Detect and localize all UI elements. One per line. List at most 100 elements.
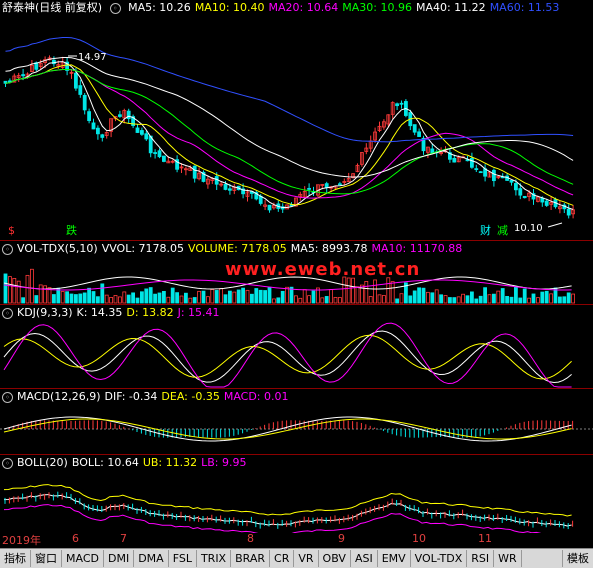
kdj-settings-icon[interactable]: ◦	[2, 307, 13, 319]
volume-bar	[443, 295, 448, 304]
volume-bar	[65, 291, 69, 304]
boll-label-1: BOLL: 10.64	[71, 456, 139, 469]
volume-bar	[82, 292, 87, 304]
candle-body	[417, 131, 422, 137]
date-tick: 11	[478, 532, 492, 545]
volume-bar	[21, 297, 26, 304]
volume-bar	[3, 273, 8, 304]
kdj-panel[interactable]: ◦ KDJ(9,3,3) K: 14.35 D: 13.82 J: 15.41	[0, 304, 593, 389]
volume-bar	[153, 293, 158, 304]
date-tick: 10	[412, 532, 426, 545]
volume-bar	[337, 297, 342, 304]
tab-cr[interactable]: CR	[270, 550, 295, 567]
ma-label-2: MA20: 10.64	[268, 1, 339, 14]
candle-body	[126, 110, 131, 119]
volume-bar	[399, 293, 404, 304]
boll-panel[interactable]: ◦ BOLL(20) BOLL: 10.64 UB: 11.32 LB: 9.95	[0, 454, 593, 533]
volume-bar	[91, 291, 96, 304]
boll-mid-line	[3, 494, 572, 527]
tab-窗口[interactable]: 窗口	[31, 550, 62, 567]
volume-bar	[219, 288, 224, 304]
volume-bar	[500, 288, 505, 304]
tab-obv[interactable]: OBV	[319, 550, 351, 567]
volume-bar	[558, 296, 562, 304]
volume-bar	[139, 291, 144, 304]
macd-panel[interactable]: ◦ MACD(12,26,9) DIF: -0.34 DEA: -0.35 MACD: …	[0, 388, 593, 455]
candle-body	[87, 111, 91, 122]
volume-settings-icon[interactable]: ◦	[2, 243, 13, 255]
stock-name[interactable]: 舒泰神	[2, 1, 35, 14]
ma-label-0: MA5: 10.26	[128, 1, 191, 14]
boll-settings-icon[interactable]: ◦	[2, 457, 13, 469]
volume-bar	[298, 297, 303, 304]
volume-bar	[69, 293, 74, 304]
macd-settings-icon[interactable]: ◦	[2, 391, 13, 403]
volume-bar	[175, 292, 180, 304]
boll-header: ◦ BOLL(20) BOLL: 10.64 UB: 11.32 LB: 9.95	[2, 456, 251, 470]
low-pointer	[547, 222, 563, 228]
volume-bar	[439, 294, 444, 304]
candle-body	[566, 208, 571, 216]
volume-bar	[188, 297, 193, 304]
candle-body	[452, 157, 457, 163]
tab-rsi[interactable]: RSI	[467, 550, 495, 567]
volume-bar	[7, 276, 12, 304]
volume-bar	[483, 287, 488, 304]
tab-asi[interactable]: ASI	[351, 550, 378, 567]
date-axis: 2019年 6 7 8 9 10 11	[0, 532, 593, 547]
tab-dmi[interactable]: DMI	[104, 550, 135, 567]
tab-emv[interactable]: EMV	[378, 550, 411, 567]
volume-bar	[527, 297, 531, 304]
volume-bar	[293, 295, 298, 304]
volume-bar	[333, 296, 338, 304]
volume-label-3: MA5: 8993.78	[290, 242, 368, 255]
candle-body	[227, 188, 232, 191]
price-chart[interactable]: 14.97 10.10 $ 跌 财减	[0, 0, 593, 240]
volume-bar	[12, 278, 17, 304]
candle-body	[469, 157, 474, 168]
ma10-line	[5, 64, 574, 206]
volume-bar	[126, 294, 131, 304]
tab-vr[interactable]: VR	[294, 550, 319, 567]
volume-bar	[491, 293, 496, 304]
volume-bar	[425, 291, 430, 304]
volume-bar	[96, 296, 100, 304]
volume-bar	[465, 295, 470, 304]
volume-bar	[100, 283, 105, 304]
candle-body	[100, 134, 105, 138]
tab-vol-tdx[interactable]: VOL-TDX	[411, 550, 468, 567]
tab-dma[interactable]: DMA	[134, 550, 169, 567]
volume-bar	[307, 295, 312, 304]
tab-brar[interactable]: BRAR	[231, 550, 271, 567]
volume-bar	[183, 292, 188, 304]
candle-body	[161, 155, 166, 162]
candle-body	[153, 152, 158, 154]
ma-label-3: MA30: 10.96	[342, 1, 412, 14]
volume-bar	[571, 293, 575, 304]
volume-bar	[531, 293, 536, 304]
volume-header: ◦ VOL-TDX(5,10) VVOL: 7178.05 VOLUME: 7178.…	[2, 242, 466, 256]
volume-bar	[509, 296, 514, 304]
volume-bar	[236, 289, 241, 304]
volume-bar	[34, 295, 39, 304]
tab-trix[interactable]: TRIX	[197, 550, 232, 567]
volume-bar	[342, 276, 347, 304]
tab-fsl[interactable]: FSL	[169, 550, 197, 567]
tab-指标[interactable]: 指标	[0, 550, 31, 567]
volume-bar	[118, 296, 122, 304]
price-panel[interactable]: 舒泰神(日线 前复权) ◦ MA5: 10.26 MA10: 10.40 MA20:…	[0, 0, 593, 240]
ma-label-5: MA60: 11.53	[489, 1, 560, 14]
volume-bar	[390, 281, 395, 304]
volume-bar	[566, 292, 571, 304]
tab-macd[interactable]: MACD	[62, 550, 104, 567]
tab-template[interactable]: 模板	[562, 550, 593, 567]
candle-body	[139, 130, 144, 135]
settings-circle-icon[interactable]: ◦	[109, 2, 121, 14]
candle-body	[74, 72, 78, 89]
volume-bar	[540, 291, 545, 304]
volume-bar	[197, 290, 202, 304]
tab-wr[interactable]: WR	[494, 550, 522, 567]
volume-bar	[52, 294, 56, 304]
volume-bar	[364, 281, 369, 304]
candle-body	[337, 183, 342, 186]
